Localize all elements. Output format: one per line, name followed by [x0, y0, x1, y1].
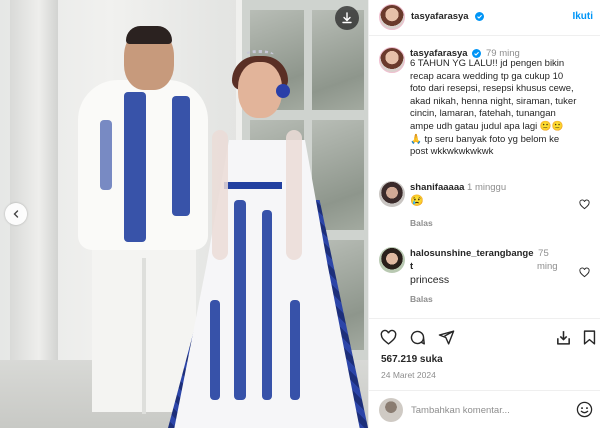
- comment-timestamp: 1 minggu: [467, 182, 507, 193]
- emoji-icon[interactable]: [576, 401, 593, 418]
- current-user-avatar: [379, 398, 403, 422]
- commenter-username[interactable]: shanifaaaaa: [410, 182, 464, 193]
- reply-button[interactable]: Balas: [410, 294, 433, 304]
- commenter-username[interactable]: halosunshine_terangbange: [410, 248, 534, 259]
- download-button[interactable]: [335, 6, 359, 30]
- post-details-panel: tasyafarasya Ikuti tasyafarasya 79 ming …: [368, 0, 600, 428]
- post-date: 24 Maret 2024: [381, 370, 436, 380]
- save-to-collection-icon[interactable]: [555, 329, 572, 346]
- comment-text: princess: [410, 274, 450, 286]
- follow-button[interactable]: Ikuti: [572, 11, 593, 22]
- previous-photo-button[interactable]: [5, 203, 27, 225]
- heart-icon[interactable]: [380, 329, 397, 346]
- comment-item: shanifaaaaa 1 minggu: [410, 182, 506, 195]
- chevron-left-icon: [13, 210, 19, 218]
- reply-button[interactable]: Balas: [410, 218, 433, 228]
- verified-icon: [475, 12, 484, 21]
- comment-item: halosunshine_terangbange 75 t ming: [410, 248, 558, 272]
- caption-text: 6 TAHUN YG LALU!! jd pengen bikin recap …: [410, 58, 577, 158]
- comment-icon[interactable]: [409, 329, 426, 346]
- commenter-avatar[interactable]: [379, 247, 405, 273]
- author-avatar[interactable]: [379, 4, 405, 30]
- groom-batik-pattern: [124, 92, 146, 242]
- comment-text: 😢: [410, 195, 424, 207]
- post-photo[interactable]: [0, 0, 368, 428]
- commenter-avatar[interactable]: [379, 181, 405, 207]
- heart-icon[interactable]: [579, 267, 590, 278]
- download-icon: [342, 12, 352, 24]
- share-icon[interactable]: [438, 329, 455, 346]
- verified-icon: [472, 49, 481, 58]
- comment-bar: [369, 390, 600, 428]
- likes-count[interactable]: 567.219 suka: [381, 354, 443, 365]
- author-username[interactable]: tasyafarasya: [411, 11, 469, 22]
- heart-icon[interactable]: [579, 199, 590, 210]
- bride-tiara: [244, 50, 274, 60]
- comment-input[interactable]: [411, 402, 571, 418]
- post-header: tasyafarasya Ikuti: [369, 0, 600, 36]
- save-icon[interactable]: [581, 329, 598, 346]
- comment-timestamp: 75: [538, 248, 549, 259]
- caption-avatar[interactable]: [379, 47, 405, 73]
